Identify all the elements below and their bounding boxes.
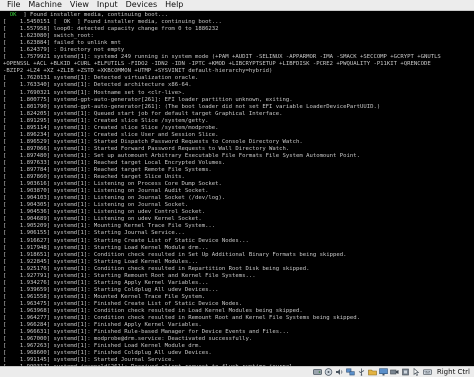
console-line-text: ] Found installer media, continuing boot… — [16, 12, 169, 18]
menu-bar: File Machine View Input Devices Help — [0, 0, 474, 11]
menu-help[interactable]: Help — [161, 0, 187, 10]
menu-view[interactable]: View — [66, 0, 93, 10]
console-line: [ 1.918651] systemd[1]: Condition check … — [3, 251, 347, 258]
shared-folder-icon[interactable] — [368, 368, 377, 376]
audio-icon[interactable] — [335, 368, 344, 376]
console-line: [ 1.991145] systemd[1]: Started Journal … — [3, 357, 175, 364]
console-line: [ 1.967263] systemd[1]: Finished Load Ke… — [3, 343, 202, 350]
console-line: [ 1.968600] systemd[1]: Finished Coldplu… — [3, 350, 212, 357]
host-key-label[interactable]: Right Ctrl — [437, 368, 470, 377]
console-line: +OPENSSL +ACL +BLKID +CURL +ELFUTILS -FI… — [3, 61, 431, 68]
display-icon[interactable] — [379, 368, 388, 376]
console-line: [ 1.801790] systemd-gpt-auto-generator[2… — [3, 103, 381, 110]
console-line: [ 1.966631] systemd[1]: Finished Rule-ba… — [3, 329, 290, 336]
console-line: [ 1.7690321 systemd[1]: Hostname set to … — [3, 89, 185, 96]
menu-devices[interactable]: Devices — [122, 0, 162, 10]
console-line: [ 1.557958] loop0: detected capacity cha… — [3, 26, 219, 33]
console-line: [ 1.624379] : Directory not empty — [3, 47, 125, 54]
console-line: [ 1.964277] systemd[1]: Condition check … — [3, 315, 360, 322]
console-line: [ 1.927791] systemd[1]: Starting Remount… — [3, 272, 256, 279]
console-line: [ 1.891295] systemd[1]: Created slice Sl… — [3, 117, 209, 124]
network-icon[interactable] — [346, 368, 355, 376]
console-line: [ 1.897066] systemd[1]: Started Forward … — [3, 145, 290, 152]
status-bar: Right Ctrl — [0, 366, 474, 377]
console-line-prefix — [3, 12, 10, 18]
console-line: [ 1.897633] systemd[1]: Reached target L… — [3, 159, 226, 166]
console-line: [ 1.967000] systemd[1]: modprobe@drm.ser… — [3, 336, 253, 343]
console-line: [ 1.916627] systemd[1]: Starting Create … — [3, 237, 249, 244]
console-line: [ 1.906155] systemd[1]: Starting Journal… — [3, 230, 185, 237]
console-line: [ 1.897784] systemd[1]: Reached target R… — [3, 167, 212, 174]
optical-drive-icon[interactable] — [324, 368, 333, 376]
console-line: [ 1.895114] systemd[1]: Created slice Sl… — [3, 124, 219, 131]
mouse-integration-icon[interactable] — [412, 368, 421, 376]
console-line: [ 1.903616] systemd[1]: Listening on Pro… — [3, 181, 222, 188]
console-line: [ 1.623080] switch_root: — [3, 33, 94, 40]
console-line: [ 1.934276] systemd[1]: Starting Apply K… — [3, 279, 209, 286]
ok-status: OK — [9, 12, 17, 18]
console-line: [ 1.917948] systemd[1]: Starting Load Ke… — [3, 244, 209, 251]
console-line: -BZIP2 +LZ4 +XZ +ZLIB +ZSTD +XKBCOMMON +… — [3, 68, 273, 75]
console-line: [ 1.623884] failed to unlink mnt — [3, 40, 121, 47]
console-line: OK ] Found installer media, continuing b… — [3, 12, 474, 19]
vm-console[interactable]: OK ] Found installer media, continuing b… — [0, 11, 474, 366]
menu-file[interactable]: File — [3, 0, 24, 10]
menu-input[interactable]: Input — [93, 0, 122, 10]
console-line: [ 1.763340] systemd[1]: Detected archite… — [3, 82, 192, 89]
console-line: [ 1.904305] systemd[1]: Listening on Jou… — [3, 202, 189, 209]
console-line: [ 1.897860] systemd[1]: Reached target S… — [3, 174, 185, 181]
console-line: [ 1.922845] systemd[1]: Starting Load Ke… — [3, 258, 199, 265]
console-line: [ 1.897480] systemd[1]: Set up automount… — [3, 152, 360, 159]
menu-machine[interactable]: Machine — [24, 0, 66, 10]
video-capture-icon[interactable] — [390, 368, 399, 376]
cpu-icon[interactable] — [401, 368, 410, 376]
usb-icon[interactable] — [357, 368, 366, 376]
console-line: [ 1.5450151 [ OK ] Found installer media… — [3, 19, 222, 26]
console-line: [ 1.903870] systemd[1]: Listening on Jou… — [3, 188, 209, 195]
console-line: [ 1.824205] systemd[1]: Queued start job… — [3, 110, 283, 117]
console-line: [ 1.904689] systemd[1]: Listening on ude… — [3, 216, 202, 223]
console-line: [ 1.896529] systemd[1]: Started Dispatch… — [3, 138, 303, 145]
console-line: [ 1.7620131 systemd[1]: Detected virtual… — [3, 75, 199, 82]
console-line: [ 1.963968] systemd[1]: Condition check … — [3, 307, 303, 314]
console-line: [ 1.925176] systemd[1]: Condition check … — [3, 265, 310, 272]
keyboard-icon[interactable] — [422, 368, 432, 376]
console-line: [ 1.961558] systemd[1]: Mounted Kernel T… — [3, 293, 206, 300]
console-line: [ 1.963475] systemd[1]: Finished Create … — [3, 300, 243, 307]
console-line: [ 1.904536] systemd[1]: Listening on ude… — [3, 209, 206, 216]
console-line: [ 1.7579921 systemd[1]: systemd 249 runn… — [3, 54, 441, 61]
console-line: [ 1.966284] systemd[1]: Finished Apply K… — [3, 322, 202, 329]
console-line: [ 1.939659] systemd[1]: Starting Coldplu… — [3, 286, 219, 293]
hard-disk-icon[interactable] — [312, 368, 322, 376]
console-line: [ 1.904103] systemd[1]: Listening on Jou… — [3, 195, 226, 202]
console-line: [ 1.905209] systemd[1]: Mounting Kernel … — [3, 223, 216, 230]
console-line: [ 1.800775] systemd-gpt-auto-generator[2… — [3, 96, 293, 103]
console-line: [ 1.896234] systemd[1]: Created slice Us… — [3, 131, 219, 138]
